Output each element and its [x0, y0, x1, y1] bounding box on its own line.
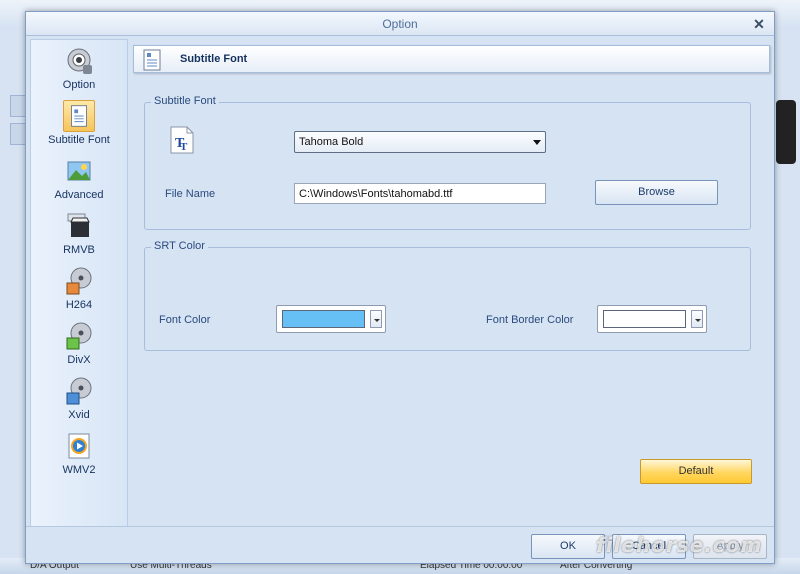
- film-reel-icon: [66, 377, 92, 405]
- ok-button[interactable]: OK: [531, 534, 605, 559]
- subtitle-doc-icon: [63, 100, 95, 132]
- font-tt-icon: T T: [170, 126, 194, 154]
- sidebar-item-label: WMV2: [62, 464, 96, 476]
- device-image: [776, 100, 796, 164]
- close-icon[interactable]: ✕: [752, 17, 766, 31]
- default-button[interactable]: Default: [640, 459, 752, 484]
- sidebar-item-label: RMVB: [63, 244, 95, 256]
- sidebar-item-subtitle-font[interactable]: Subtitle Font: [31, 95, 127, 150]
- font-color-label: Font Color: [159, 314, 211, 326]
- group-legend: Subtitle Font: [151, 95, 219, 107]
- srt-color-group: SRT Color Font Color Font Border Color: [144, 240, 751, 351]
- camera-gear-icon: [67, 48, 92, 74]
- font-color-picker[interactable]: [276, 305, 386, 333]
- sidebar-item-label: Advanced: [54, 189, 104, 201]
- svg-text:T: T: [180, 141, 188, 153]
- file-name-field[interactable]: [294, 183, 546, 204]
- sidebar-item-divx[interactable]: DivX: [31, 315, 127, 370]
- apply-button[interactable]: Apply: [693, 534, 767, 559]
- background-icon: [10, 123, 26, 145]
- sidebar-item-wmv2[interactable]: WMV2: [31, 425, 127, 480]
- sidebar-item-label: H264: [65, 299, 93, 311]
- sidebar-item-label: Subtitle Font: [48, 134, 110, 146]
- file-name-label: File Name: [165, 188, 216, 200]
- subtitle-font-group: Subtitle Font T T Tahoma Bold File Name …: [144, 95, 751, 230]
- chevron-down-icon[interactable]: [691, 310, 703, 328]
- sidebar-item-label: Xvid: [68, 409, 90, 421]
- font-select[interactable]: Tahoma Bold: [294, 131, 546, 153]
- dialog-title: Option: [382, 17, 418, 31]
- settings-sidebar: Option Subtitle Font Advanced RMVB H264 …: [30, 39, 128, 527]
- sidebar-item-h264[interactable]: H264: [31, 260, 127, 315]
- group-legend: SRT Color: [151, 240, 208, 252]
- browse-button[interactable]: Browse: [595, 180, 718, 205]
- font-select-value: Tahoma Bold: [299, 136, 364, 148]
- sidebar-item-label: DivX: [67, 354, 91, 366]
- subtitle-doc-icon: [143, 49, 161, 71]
- font-border-color-label: Font Border Color: [486, 314, 574, 326]
- sidebar-item-rmvb[interactable]: RMVB: [31, 205, 127, 260]
- sidebar-item-xvid[interactable]: Xvid: [31, 370, 127, 425]
- film-reel-icon: [66, 322, 92, 350]
- font-color-swatch: [282, 310, 365, 328]
- page-title: Subtitle Font: [180, 53, 248, 65]
- real-clapper-icon: [67, 213, 90, 237]
- dialog-titlebar[interactable]: Option ✕: [26, 12, 774, 36]
- landscape-picture-icon: [67, 161, 91, 181]
- film-reel-icon: [66, 267, 92, 295]
- option-dialog: Option ✕ Option Subtitle Font Advanced R…: [25, 11, 775, 564]
- chevron-down-icon: [533, 140, 541, 145]
- page-header: Subtitle Font: [133, 45, 770, 73]
- font-border-color-picker[interactable]: [597, 305, 707, 333]
- sidebar-item-option[interactable]: Option: [31, 40, 127, 95]
- media-player-icon: [68, 433, 90, 459]
- font-border-color-swatch: [603, 310, 686, 328]
- sidebar-item-label: Option: [62, 79, 96, 91]
- chevron-down-icon[interactable]: [370, 310, 382, 328]
- background-icon: [10, 95, 26, 117]
- sidebar-item-advanced[interactable]: Advanced: [31, 150, 127, 205]
- footer-divider: [26, 526, 774, 527]
- cancel-button[interactable]: Cancel: [612, 534, 686, 559]
